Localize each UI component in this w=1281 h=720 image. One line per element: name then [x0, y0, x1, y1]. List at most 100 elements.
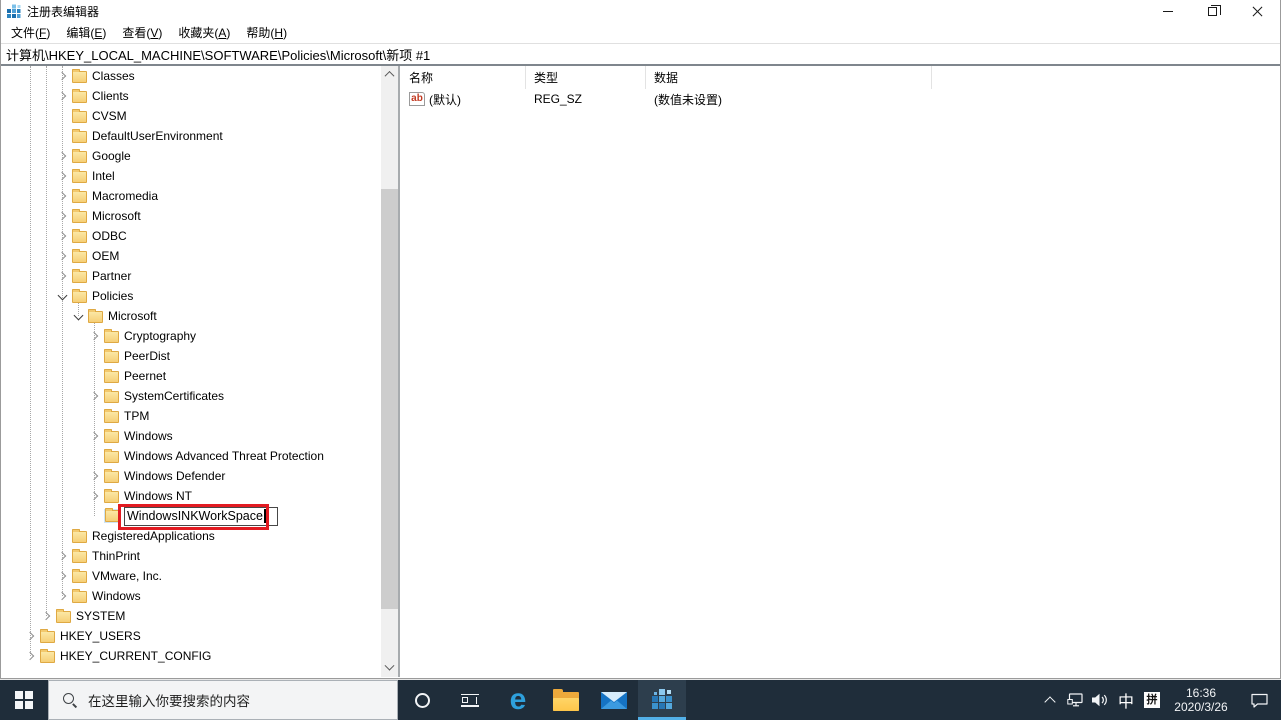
chevron-right-icon[interactable] [57, 570, 69, 582]
file-explorer-button[interactable] [542, 680, 590, 720]
chevron-right-icon[interactable] [57, 270, 69, 282]
maximize-button[interactable] [1190, 0, 1235, 22]
tree-item[interactable]: Macromedia [1, 186, 398, 206]
minimize-button[interactable] [1145, 0, 1190, 22]
reg-sz-icon: ab [409, 92, 425, 106]
folder-icon [104, 331, 119, 343]
folder-icon [104, 431, 119, 443]
menu-file[interactable]: 文件(F) [3, 22, 58, 43]
menu-help[interactable]: 帮助(H) [238, 22, 295, 43]
chevron-right-icon[interactable] [57, 590, 69, 602]
values-pane: 名称 类型 数据 ab (默认) REG_SZ (数值未设置) [400, 66, 1280, 677]
tree-item[interactable]: Classes [1, 66, 398, 86]
regedit-taskbar-button[interactable] [638, 680, 686, 720]
column-header-name[interactable]: 名称 [400, 66, 526, 89]
ime-language-button[interactable]: 中 [1113, 680, 1139, 720]
volume-button[interactable] [1087, 680, 1113, 720]
scroll-down-button[interactable] [381, 660, 398, 677]
tree-item[interactable]: Windows NT [1, 486, 398, 506]
menu-edit[interactable]: 编辑(E) [58, 22, 114, 43]
chevron-right-icon[interactable] [25, 630, 37, 642]
chevron-right-icon[interactable] [57, 550, 69, 562]
chevron-right-icon[interactable] [57, 250, 69, 262]
tree-item[interactable]: DefaultUserEnvironment [1, 126, 398, 146]
folder-icon [72, 191, 87, 203]
tree-item[interactable]: Microsoft [1, 206, 398, 226]
tree-item[interactable]: Intel [1, 166, 398, 186]
chevron-right-icon[interactable] [57, 230, 69, 242]
text-caret [264, 509, 266, 523]
tree-item[interactable]: Peernet [1, 366, 398, 386]
chevron-right-icon[interactable] [89, 470, 101, 482]
chevron-right-icon[interactable] [89, 390, 101, 402]
tray-expand-button[interactable] [1037, 680, 1063, 720]
start-button[interactable] [0, 680, 48, 720]
tree-item[interactable]: ThinPrint [1, 546, 398, 566]
tree-item[interactable]: TPM [1, 406, 398, 426]
address-bar[interactable]: 计算机\HKEY_LOCAL_MACHINE\SOFTWARE\Policies… [1, 43, 1280, 66]
folder-icon [104, 471, 119, 483]
chevron-right-icon[interactable] [57, 190, 69, 202]
edge-button[interactable]: e [494, 680, 542, 720]
chevron-right-icon[interactable] [57, 210, 69, 222]
cortana-button[interactable] [398, 680, 446, 720]
tree-item[interactable]: Windows Defender [1, 466, 398, 486]
ime-pinyin-icon: 拼 [1144, 692, 1160, 708]
tree-item[interactable]: RegisteredApplications [1, 526, 398, 546]
tree-item[interactable]: Windows [1, 586, 398, 606]
window-title: 注册表编辑器 [27, 3, 99, 20]
close-button[interactable] [1235, 0, 1280, 22]
chevron-right-icon[interactable] [57, 70, 69, 82]
tree-item[interactable]: ODBC [1, 226, 398, 246]
network-button[interactable] [1063, 680, 1087, 720]
tree-item[interactable]: Windows Advanced Threat Protection [1, 446, 398, 466]
menu-view[interactable]: 查看(V) [114, 22, 170, 43]
tree-item[interactable]: Partner [1, 266, 398, 286]
tree-scrollbar[interactable] [381, 66, 398, 677]
value-row[interactable]: ab (默认) REG_SZ (数值未设置) [400, 89, 1280, 109]
tree-item[interactable]: Policies [1, 286, 398, 306]
tree-item[interactable]: HKEY_CURRENT_CONFIG [1, 646, 398, 666]
scroll-up-button[interactable] [381, 66, 398, 83]
chevron-right-icon[interactable] [57, 150, 69, 162]
folder-icon [72, 211, 87, 223]
chevron-right-icon[interactable] [89, 430, 101, 442]
rename-edit-box[interactable]: WindowsINKWorkSpace [124, 507, 278, 526]
chevron-right-icon[interactable] [89, 330, 101, 342]
mail-button[interactable] [590, 680, 638, 720]
tree-item[interactable]: Google [1, 146, 398, 166]
scrollbar-thumb[interactable] [381, 189, 398, 609]
registry-editor-icon [6, 4, 21, 19]
chevron-right-icon[interactable] [57, 170, 69, 182]
tree-item[interactable]: HKEY_USERS [1, 626, 398, 646]
tree-item[interactable]: CVSM [1, 106, 398, 126]
folder-icon [105, 510, 120, 522]
chevron-down-icon[interactable] [73, 310, 85, 322]
task-view-button[interactable] [446, 680, 494, 720]
taskbar-search-box[interactable]: 在这里输入你要搜索的内容 [48, 680, 398, 720]
tree-item[interactable]: SystemCertificates [1, 386, 398, 406]
chevron-right-icon[interactable] [89, 490, 101, 502]
chevron-right-icon[interactable] [25, 650, 37, 662]
chevron-right-icon[interactable] [57, 90, 69, 102]
taskbar: 在这里输入你要搜索的内容 e [0, 680, 1281, 720]
column-header-data[interactable]: 数据 [646, 66, 932, 89]
tree-item[interactable]: OEM [1, 246, 398, 266]
ime-mode-button[interactable]: 拼 [1139, 680, 1165, 720]
registry-tree-pane: Classes Clients CVSM DefaultUserEnvironm… [1, 66, 400, 677]
tree-item[interactable]: VMware, Inc. [1, 566, 398, 586]
tree-item-renaming[interactable]: WindowsINKWorkSpace [1, 506, 398, 526]
folder-icon [104, 351, 119, 363]
tree-item[interactable]: Clients [1, 86, 398, 106]
tree-item[interactable]: Cryptography [1, 326, 398, 346]
action-center-button[interactable] [1237, 680, 1281, 720]
tree-item[interactable]: PeerDist [1, 346, 398, 366]
column-header-type[interactable]: 类型 [526, 66, 646, 89]
tree-item[interactable]: SYSTEM [1, 606, 398, 626]
chevron-right-icon[interactable] [41, 610, 53, 622]
chevron-down-icon[interactable] [57, 290, 69, 302]
tree-item[interactable]: Windows [1, 426, 398, 446]
menu-favorites[interactable]: 收藏夹(A) [170, 22, 238, 43]
taskbar-clock[interactable]: 16:36 2020/3/26 [1165, 680, 1237, 720]
tree-item[interactable]: Microsoft [1, 306, 398, 326]
